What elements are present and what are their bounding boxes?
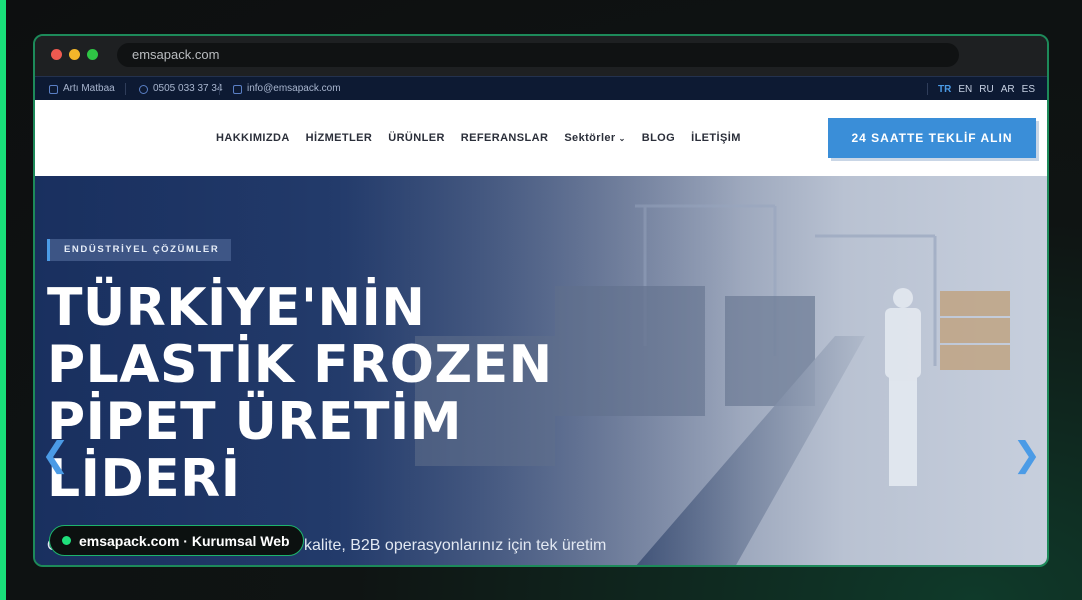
quote-cta-button[interactable]: 24 SAATTE TEKLİF ALIN xyxy=(828,118,1036,158)
language-switcher: TR EN RU AR ES xyxy=(927,77,1035,101)
headline-line: PİPET ÜRETİM xyxy=(47,392,463,452)
lang-ru[interactable]: RU xyxy=(979,84,993,95)
main-navbar: HAKKIMIZDA HİZMETLER ÜRÜNLER REFERANSLAR… xyxy=(35,100,1047,176)
phone-link[interactable]: 0505 033 37 34 xyxy=(139,77,223,101)
mail-icon xyxy=(233,84,242,94)
watermark-label: emsapack.com · Kurumsal Web xyxy=(79,532,290,549)
hero-headline: TÜRKİYE'NİN PLASTİK FROZEN PİPET ÜRETİM … xyxy=(47,280,607,508)
company-name: Artı Matbaa xyxy=(63,83,115,94)
phone-icon xyxy=(139,84,148,94)
maximize-window-button[interactable] xyxy=(87,49,98,60)
nav-contact[interactable]: İLETİŞİM xyxy=(691,132,741,144)
browser-window: emsapack.com Artı Matbaa 0505 033 37 34 … xyxy=(33,34,1049,567)
close-window-button[interactable] xyxy=(51,49,62,60)
chevron-right-icon[interactable]: ❯ xyxy=(1013,438,1042,472)
nav-products[interactable]: ÜRÜNLER xyxy=(388,132,445,144)
left-accent-bar xyxy=(0,0,6,600)
divider xyxy=(927,83,929,95)
hero-slider: ENDÜSTRİYEL ÇÖZÜMLER TÜRKİYE'NİN PLASTİK… xyxy=(35,176,1047,565)
minimize-window-button[interactable] xyxy=(69,49,80,60)
lang-tr[interactable]: TR xyxy=(938,84,951,95)
nav-about[interactable]: HAKKIMIZDA xyxy=(216,132,290,144)
lang-en[interactable]: EN xyxy=(958,84,972,95)
site-watermark-pill: emsapack.com · Kurumsal Web xyxy=(49,525,304,556)
status-dot-icon xyxy=(62,536,71,545)
headline-line: LİDERİ xyxy=(47,449,241,509)
store-icon xyxy=(49,84,58,94)
nav-sectors[interactable]: Sektörler ⌄ xyxy=(564,132,625,144)
lang-ar[interactable]: AR xyxy=(1001,84,1015,95)
hero-badge: ENDÜSTRİYEL ÇÖZÜMLER xyxy=(47,239,232,261)
contact-topbar: Artı Matbaa 0505 033 37 34 info@emsapack… xyxy=(35,76,1047,100)
chevron-down-icon: ⌄ xyxy=(618,134,626,143)
nav-menu: HAKKIMIZDA HİZMETLER ÜRÜNLER REFERANSLAR… xyxy=(216,100,741,176)
address-bar[interactable]: emsapack.com xyxy=(117,43,959,67)
headline-line: TÜRKİYE'NİN xyxy=(47,278,426,338)
headline-line: PLASTİK FROZEN xyxy=(47,335,553,395)
nav-references[interactable]: REFERANSLAR xyxy=(461,132,549,144)
chevron-left-icon[interactable]: ❮ xyxy=(41,438,70,472)
phone-number: 0505 033 37 34 xyxy=(153,83,223,94)
nav-blog[interactable]: BLOG xyxy=(642,132,675,144)
email-address: info@emsapack.com xyxy=(247,83,341,94)
divider xyxy=(125,83,126,95)
company-link[interactable]: Artı Matbaa xyxy=(49,77,115,101)
nav-services[interactable]: HİZMETLER xyxy=(306,132,373,144)
email-link[interactable]: info@emsapack.com xyxy=(233,77,341,101)
lang-es[interactable]: ES xyxy=(1022,84,1035,95)
divider xyxy=(219,83,220,95)
nav-sectors-label: Sektörler xyxy=(564,132,616,144)
browser-titlebar: emsapack.com xyxy=(35,36,1047,76)
